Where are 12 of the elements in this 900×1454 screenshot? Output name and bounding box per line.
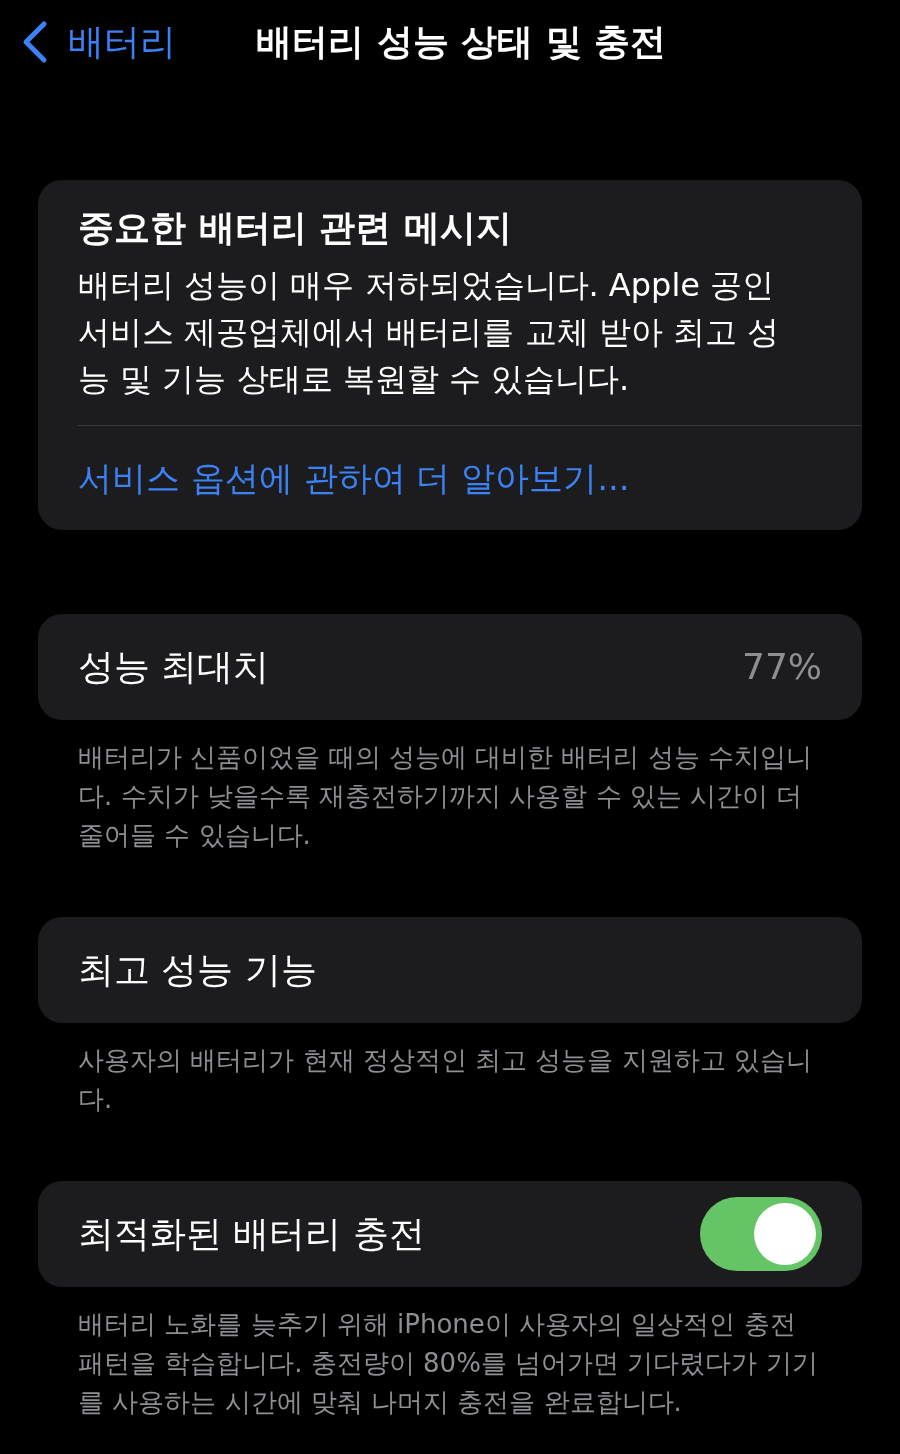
page-title: 배터리 성능 상태 및 충전 <box>256 20 667 64</box>
section-footer: 사용자의 배터리가 현재 정상적인 최고 성능을 지원하고 있습니다. <box>38 1041 862 1119</box>
back-button[interactable]: 배터리 <box>20 15 176 69</box>
setting-label: 최고 성능 기능 <box>78 948 317 992</box>
message-body: 배터리 성능이 매우 저하되었습니다. Apple 공인 서비스 제공업체에서 배터리를 교체 받아 최고 성능 및 기능 상태로 복원할 수 있습니다. <box>78 265 781 400</box>
section-footer: 배터리가 신품이었을 때의 성능에 대비한 배터리 성능 수치입니다. 수치가 낮을수록 재충전하기까지 사용할 수 있는 시간이 더 줄어들 수 있습니다. <box>38 738 862 855</box>
setting-label: 성능 최대치 <box>78 645 270 689</box>
message-title: 중요한 배터리 관련 메시지 <box>78 206 513 250</box>
setting-label: 최적화된 배터리 충전 <box>78 1212 425 1256</box>
section-footer: 배터리 노화를 늦추기 위해 iPhone이 사용자의 일상적인 충전 패턴을 학습합니다. 충전량이 80%를 넘어가면 기다렸다가 기기를 사용하는 시간에 맞춰 나머지 충전을 완료합니다. <box>38 1305 862 1422</box>
service-options-link[interactable]: 서비스 옵션에 관하여 더 알아보기... <box>78 426 862 530</box>
setting-value: 77% <box>742 645 822 689</box>
